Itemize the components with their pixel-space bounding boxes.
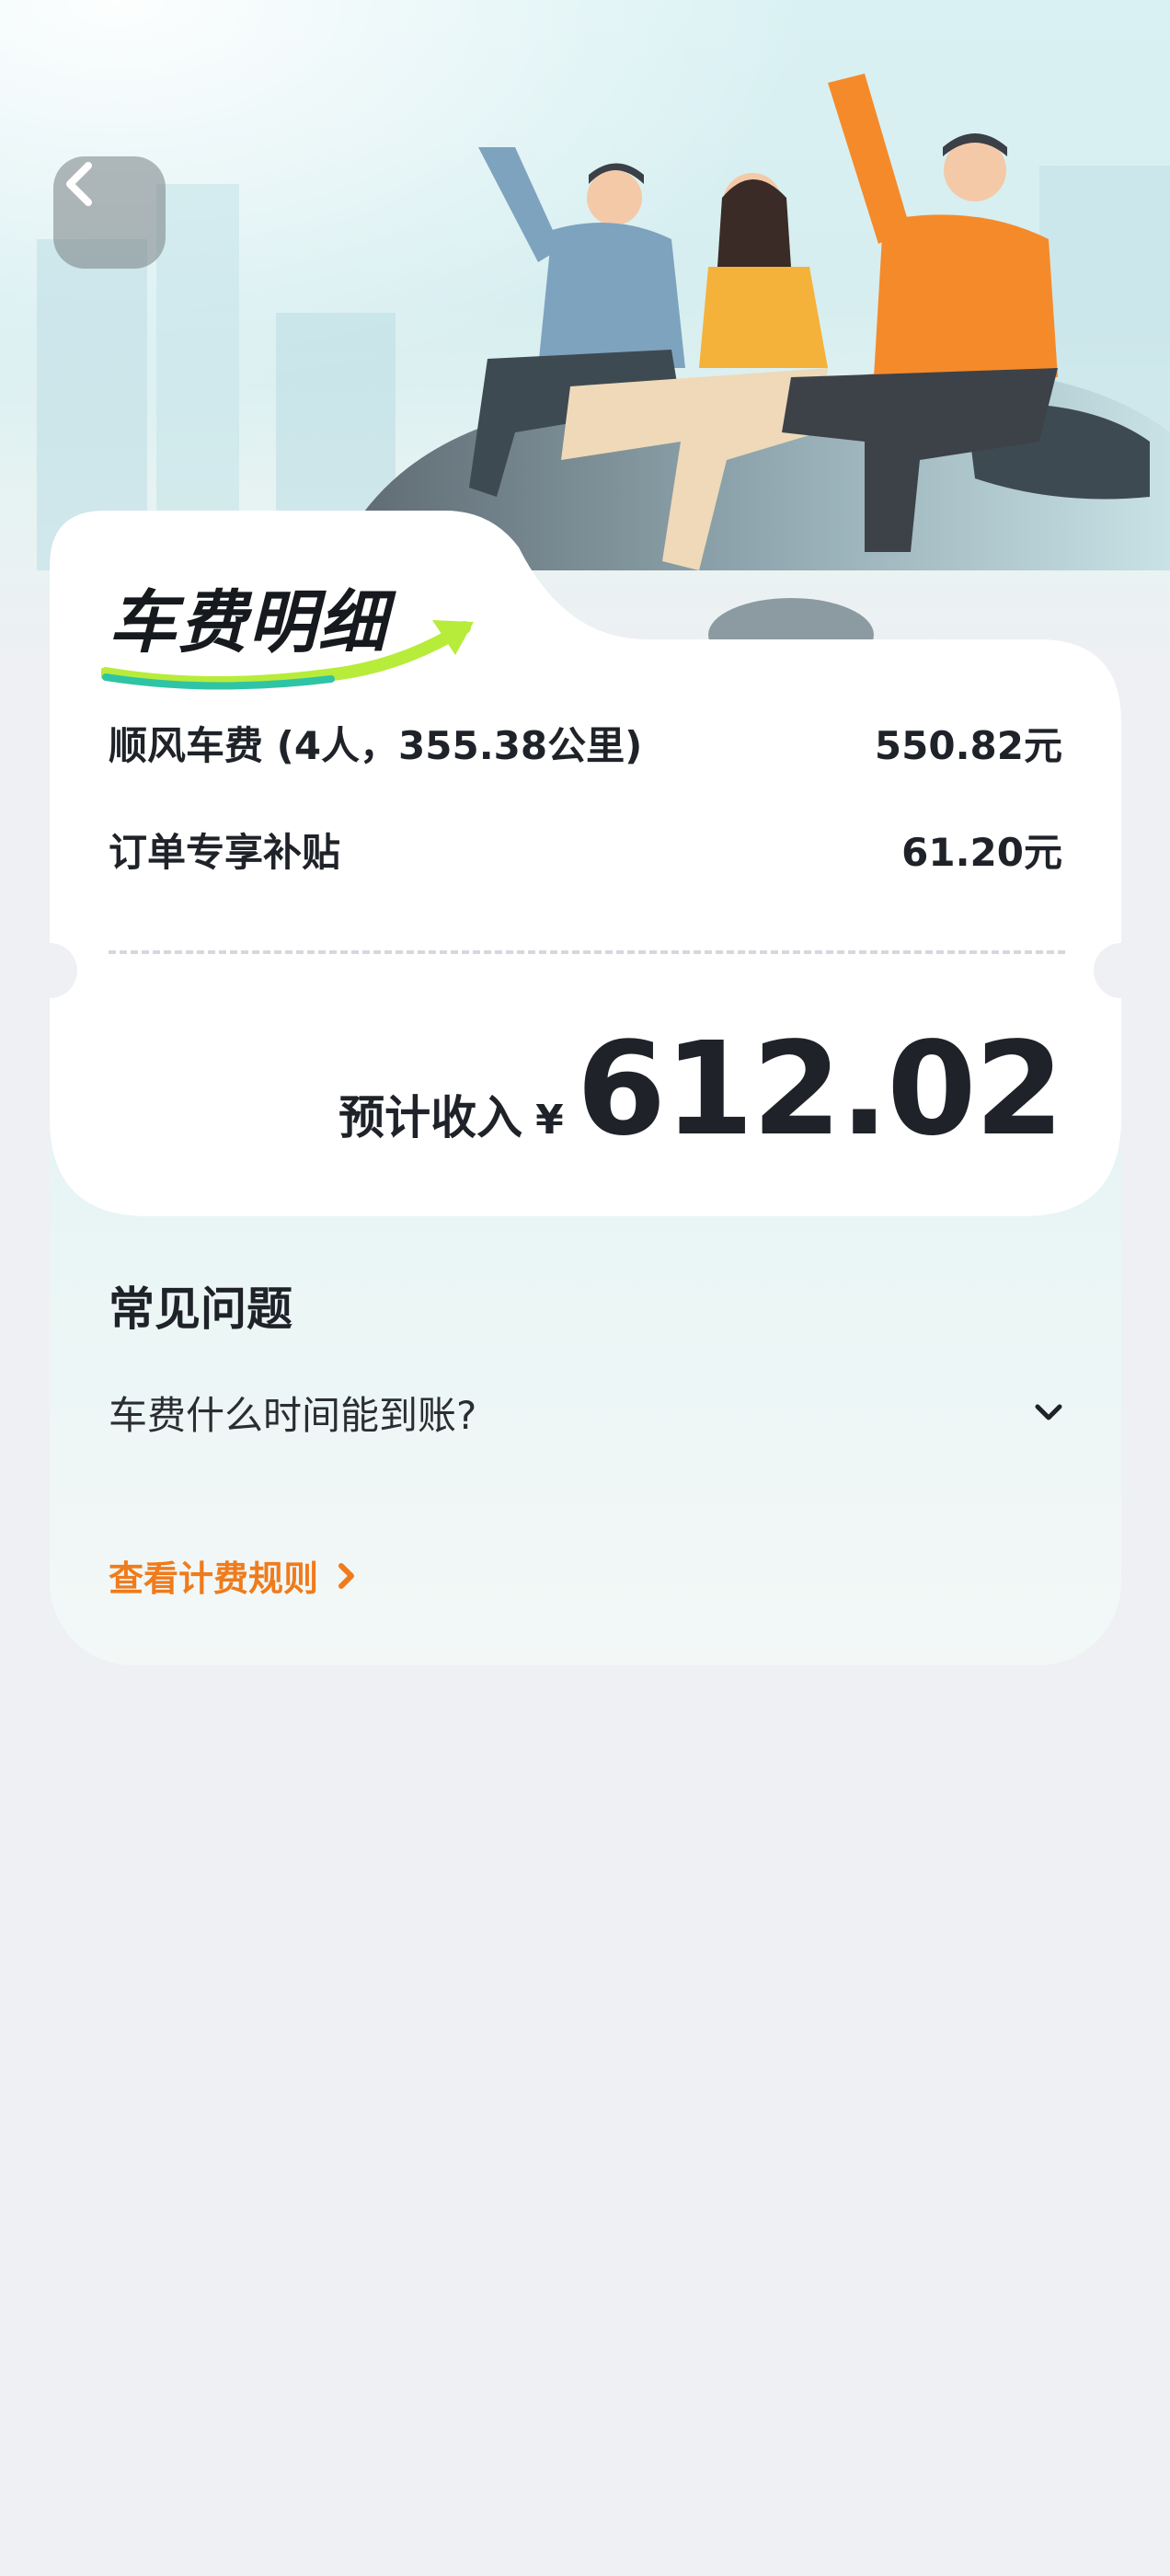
view-billing-rules-link[interactable]: 查看计费规则 <box>109 1550 362 1601</box>
subsidy-row-label: 订单专享补贴 <box>109 830 341 875</box>
chevron-right-icon <box>338 1562 355 1589</box>
fare-row-value: 550.82元 <box>874 723 1062 768</box>
rules-link-label: 查看计费规则 <box>109 1558 319 1599</box>
fare-row: 顺风车费 (4人，355.38公里) 550.82元 <box>109 715 1062 771</box>
total-label: 预计收入 <box>338 1091 523 1144</box>
currency-symbol: ¥ <box>535 1097 564 1144</box>
faq-item[interactable]: 车费什么时间能到账? <box>109 1375 1065 1449</box>
subsidy-row: 订单专享补贴 61.20元 <box>109 822 1062 878</box>
subsidy-row-value: 61.20元 <box>901 830 1062 875</box>
estimated-income: 预计收入 ¥ 612.02 <box>338 1015 1064 1165</box>
total-amount: 612.02 <box>576 1015 1064 1165</box>
card-title: 车费明细 <box>109 583 388 662</box>
chevron-left-icon <box>66 162 92 206</box>
fare-row-label: 顺风车费 (4人，355.38公里) <box>109 723 643 768</box>
chevron-down-icon <box>1035 1404 1062 1420</box>
dashed-divider <box>109 950 1065 954</box>
fare-detail-card: 车费明细 顺风车费 (4人，355.38公里) 550.82元 订单专享补贴 6… <box>50 511 1121 1665</box>
faq-question: 车费什么时间能到账? <box>109 1392 477 1438</box>
faq-title: 常见问题 <box>109 1282 292 1336</box>
back-button[interactable] <box>53 156 166 269</box>
